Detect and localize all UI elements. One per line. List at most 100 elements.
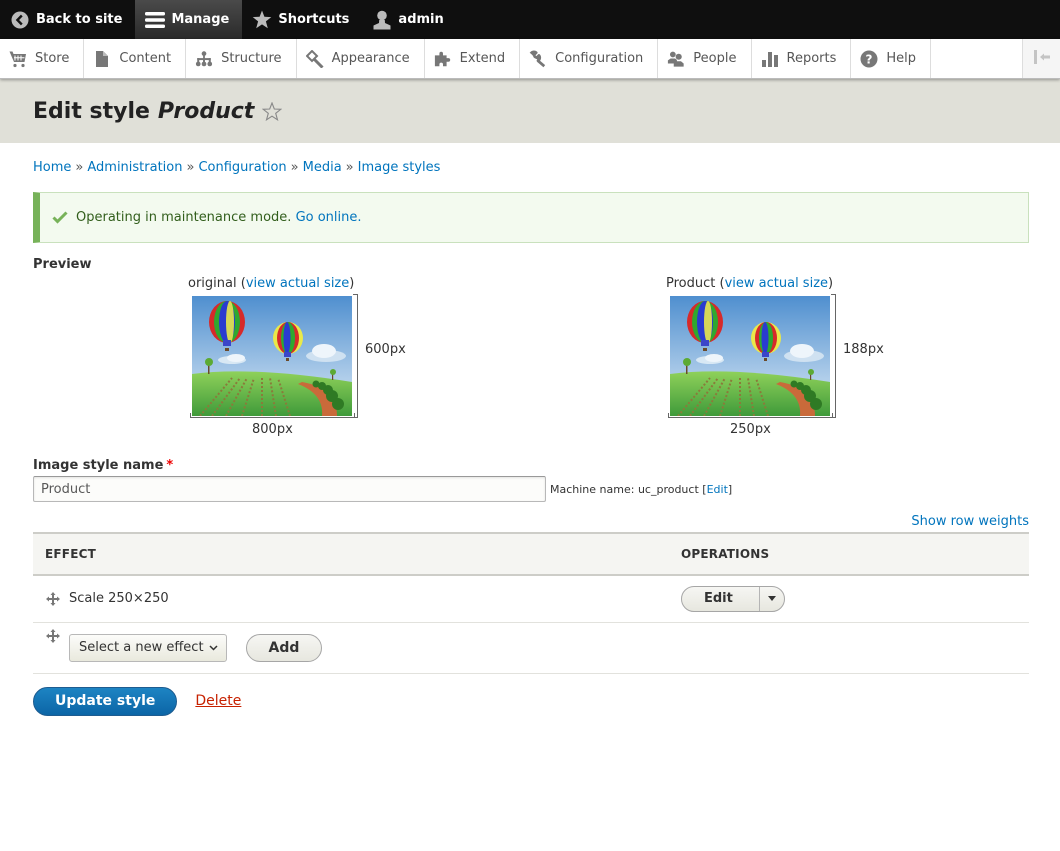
preview-original-width: 800px bbox=[252, 422, 293, 437]
breadcrumb-separator: » bbox=[75, 160, 84, 175]
help-icon: ? bbox=[860, 50, 878, 68]
preview-derived-width: 250px bbox=[730, 422, 771, 437]
view-derived-link[interactable]: view actual size bbox=[725, 276, 828, 291]
tray-item-label: Configuration bbox=[555, 51, 644, 66]
balloon-landscape-image bbox=[670, 296, 830, 416]
breadcrumb-home[interactable]: Home bbox=[33, 160, 71, 175]
status-message: Operating in maintenance mode. Go online… bbox=[33, 192, 1029, 243]
user-icon bbox=[372, 10, 392, 30]
edit-effect-button[interactable]: Edit bbox=[682, 586, 760, 611]
width-indicator bbox=[668, 413, 833, 418]
page-header: Edit style Product bbox=[0, 79, 1060, 143]
star-icon bbox=[252, 10, 272, 30]
add-effect-button[interactable]: Add bbox=[245, 633, 323, 662]
admin-tray: Store Content Structure Appearance Exten… bbox=[0, 39, 1060, 79]
tray-item-label: Appearance bbox=[331, 51, 410, 66]
table-row: Scale 250×250 Edit bbox=[33, 575, 1029, 623]
breadcrumb: Home» Administration» Configuration» Media»… bbox=[33, 160, 1029, 175]
tray-spacer bbox=[931, 39, 1022, 78]
manage-label: Manage bbox=[171, 12, 230, 27]
people-icon bbox=[667, 50, 685, 68]
svg-text:?: ? bbox=[866, 52, 873, 66]
balloon-landscape-image bbox=[192, 296, 352, 416]
breadcrumb-image-styles[interactable]: Image styles bbox=[358, 160, 441, 175]
breadcrumb-administration[interactable]: Administration bbox=[87, 160, 182, 175]
machine-name: Machine name: uc_product [Edit] bbox=[550, 482, 733, 496]
breadcrumb-configuration[interactable]: Configuration bbox=[198, 160, 286, 175]
image-style-name-input[interactable] bbox=[33, 476, 546, 502]
form-actions: Update style Delete bbox=[33, 686, 1029, 716]
file-icon bbox=[93, 50, 111, 68]
tray-item-extend[interactable]: Extend bbox=[425, 39, 521, 78]
user-tab[interactable]: admin bbox=[362, 0, 456, 39]
dropbutton-toggle[interactable] bbox=[760, 587, 784, 611]
drag-handle-icon[interactable] bbox=[45, 591, 61, 607]
update-style-button[interactable]: Update style bbox=[33, 686, 178, 716]
machine-name-edit-link[interactable]: Edit bbox=[707, 483, 728, 496]
new-effect-select[interactable]: Select a new effect bbox=[69, 633, 227, 662]
tray-item-label: Help bbox=[886, 51, 917, 66]
page-title-prefix: Edit style bbox=[33, 98, 150, 124]
preview-original-image[interactable] bbox=[192, 296, 352, 416]
tray-item-content[interactable]: Content bbox=[84, 39, 187, 78]
effects-table: Effect Operations Scale 250×250 Edit bbox=[33, 532, 1029, 674]
table-header-row: Effect Operations bbox=[33, 532, 1029, 576]
effect-name: Scale 250×250 bbox=[69, 591, 169, 607]
user-label: admin bbox=[398, 12, 444, 27]
paintbrush-icon bbox=[305, 49, 324, 68]
manage-tab[interactable]: Manage bbox=[135, 0, 243, 39]
tray-item-help[interactable]: ? Help bbox=[851, 39, 932, 78]
height-indicator bbox=[831, 294, 836, 418]
puzzle-icon bbox=[434, 50, 452, 68]
row-weights-toggle-wrapper: Show row weights bbox=[33, 514, 1029, 529]
tray-item-configuration[interactable]: Configuration bbox=[520, 39, 659, 78]
breadcrumb-separator: » bbox=[290, 160, 299, 175]
bar-chart-icon bbox=[761, 50, 779, 68]
column-header-effect: Effect bbox=[33, 532, 669, 576]
checkmark-icon bbox=[52, 210, 68, 226]
tray-item-label: People bbox=[693, 51, 737, 66]
shortcut-star-icon[interactable] bbox=[262, 101, 283, 121]
preview-derived-image[interactable] bbox=[670, 296, 830, 416]
breadcrumb-separator: » bbox=[345, 160, 354, 175]
tray-item-label: Content bbox=[119, 51, 172, 66]
show-row-weights-link[interactable]: Show row weights bbox=[911, 514, 1029, 529]
caret-down-icon bbox=[767, 596, 776, 602]
breadcrumb-separator: » bbox=[186, 160, 195, 175]
tray-orientation-toggle[interactable] bbox=[1022, 39, 1060, 78]
column-header-operations: Operations bbox=[669, 532, 1029, 576]
name-row: Machine name: uc_product [Edit] bbox=[33, 476, 1029, 502]
back-to-site-label: Back to site bbox=[36, 12, 123, 27]
hierarchy-icon bbox=[195, 50, 213, 68]
new-effect-select-value: Select a new effect bbox=[79, 640, 204, 655]
tray-item-label: Reports bbox=[786, 51, 837, 66]
preview-derived-caption: Product (view actual size) bbox=[666, 276, 834, 291]
width-indicator bbox=[190, 413, 355, 418]
cart-icon bbox=[9, 50, 27, 68]
operations-cell: Edit bbox=[669, 575, 1029, 623]
tray-item-appearance[interactable]: Appearance bbox=[297, 39, 425, 78]
tray-item-structure[interactable]: Structure bbox=[186, 39, 297, 78]
admin-toolbar: Back to site Manage Shortcuts admin bbox=[0, 0, 1060, 39]
tray-item-label: Store bbox=[35, 51, 70, 66]
image-style-name-label-text: Image style name bbox=[33, 458, 164, 473]
back-to-site-link[interactable]: Back to site bbox=[0, 0, 135, 39]
go-online-link[interactable]: Go online. bbox=[296, 210, 362, 225]
required-marker: * bbox=[166, 458, 174, 473]
delete-link[interactable]: Delete bbox=[195, 693, 241, 709]
tray-item-label: Extend bbox=[459, 51, 506, 66]
breadcrumb-media[interactable]: Media bbox=[303, 160, 342, 175]
view-original-link[interactable]: view actual size bbox=[246, 276, 349, 291]
tray-item-people[interactable]: People bbox=[658, 39, 752, 78]
operations-dropbutton: Edit bbox=[681, 585, 785, 612]
preview-original-height: 600px bbox=[365, 342, 406, 357]
tray-item-store[interactable]: Store bbox=[0, 39, 85, 78]
shortcuts-label: Shortcuts bbox=[278, 12, 350, 27]
preview-derived-name: Product bbox=[666, 276, 716, 291]
tray-item-reports[interactable]: Reports bbox=[752, 39, 852, 78]
collapse-left-icon bbox=[1033, 49, 1051, 68]
image-style-name-label: Image style name * bbox=[33, 458, 1029, 473]
drag-handle-icon[interactable] bbox=[45, 628, 61, 644]
shortcuts-tab[interactable]: Shortcuts bbox=[242, 0, 362, 39]
image-preview: original (view actual size) 600px 800px … bbox=[33, 272, 1029, 452]
